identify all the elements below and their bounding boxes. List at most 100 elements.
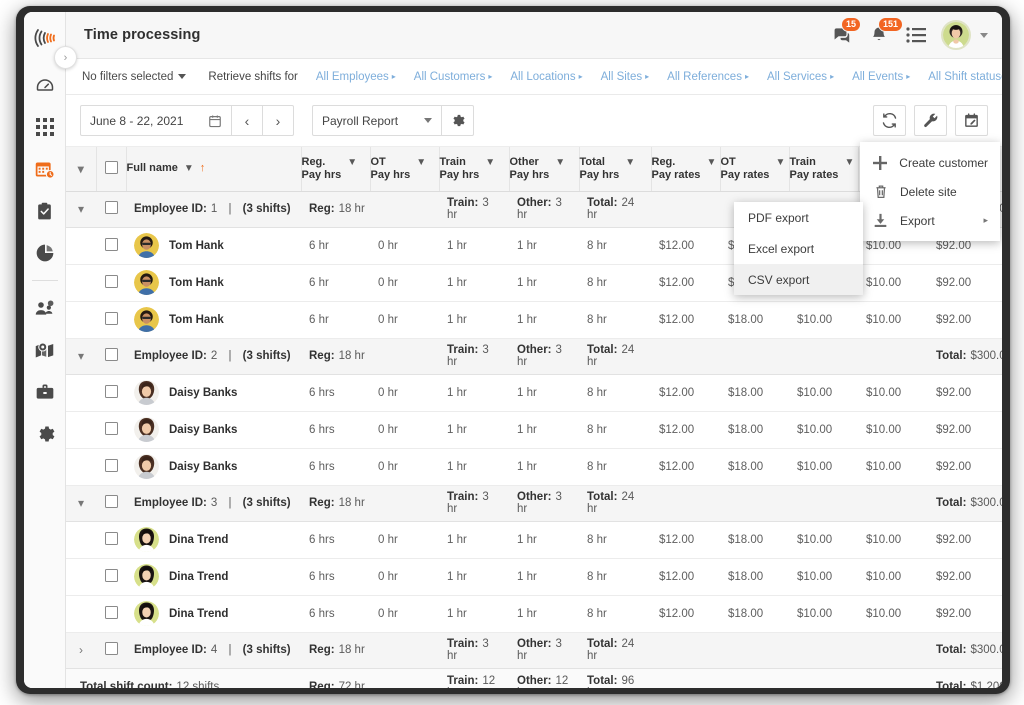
row-checkbox[interactable] xyxy=(105,312,118,325)
funnel-icon[interactable]: ▼ xyxy=(555,157,565,168)
column-header-total-pay-hrs[interactable]: TotalPay hrs ▼ xyxy=(579,147,651,191)
notifications-button[interactable]: 151 xyxy=(867,23,891,47)
sidebar-item-tasks[interactable] xyxy=(24,190,66,232)
no-filters-dropdown[interactable]: No filters selected xyxy=(82,71,186,83)
select-all-header[interactable] xyxy=(96,147,126,191)
group-checkbox[interactable] xyxy=(105,348,118,361)
menu-item-csv-export[interactable]: CSV export xyxy=(734,264,863,295)
avatar[interactable] xyxy=(941,20,971,50)
sidebar-item-apps-grid[interactable] xyxy=(24,106,66,148)
row-checkbox[interactable] xyxy=(105,275,118,288)
column-header-other-pay-hrs[interactable]: OtherPay hrs ▼ xyxy=(509,147,579,191)
row-checkbox[interactable] xyxy=(105,422,118,435)
row-select-cell[interactable] xyxy=(96,558,126,595)
funnel-icon[interactable]: ▼ xyxy=(706,157,716,168)
row-select-cell[interactable] xyxy=(96,411,126,448)
column-header-reg-pay-hrs[interactable]: Reg.Pay hrs ▼ xyxy=(301,147,370,191)
column-header-fullname[interactable]: Full name ▼ ↑ xyxy=(126,147,301,191)
group-expand-toggle[interactable]: › xyxy=(66,632,96,668)
group-row[interactable]: › Employee ID:4 | (3 shifts) Reg:18 hr T… xyxy=(66,632,1002,668)
funnel-icon[interactable]: ▼ xyxy=(184,163,194,174)
sidebar-item-reports[interactable] xyxy=(24,232,66,274)
column-header-train-pay-hrs[interactable]: TrainPay hrs ▼ xyxy=(439,147,509,191)
table-row[interactable]: Dina Trend 6 hrs 0 hr 1 hr 1 hr 8 hr $12… xyxy=(66,595,1002,632)
row-checkbox[interactable] xyxy=(105,569,118,582)
row-checkbox[interactable] xyxy=(105,606,118,619)
filter-chip-all-customers[interactable]: All Customers▸ xyxy=(414,71,493,83)
table-row[interactable]: Daisy Banks 6 hrs 0 hr 1 hr 1 hr 8 hr $1… xyxy=(66,411,1002,448)
report-select[interactable]: Payroll Report xyxy=(312,105,442,136)
filter-chip-all-events[interactable]: All Events▸ xyxy=(852,71,910,83)
column-header-train-pay-rates[interactable]: TrainPay rates ▼ xyxy=(789,147,858,191)
filter-chip-all-references[interactable]: All References▸ xyxy=(667,71,749,83)
group-expand-toggle[interactable]: ▾ xyxy=(66,191,96,227)
date-range-input[interactable]: June 8 - 22, 2021 xyxy=(80,105,232,136)
group-checkbox[interactable] xyxy=(105,201,118,214)
row-checkbox[interactable] xyxy=(105,238,118,251)
group-select-cell[interactable] xyxy=(96,632,126,668)
row-select-cell[interactable] xyxy=(96,448,126,485)
select-all-checkbox[interactable] xyxy=(105,161,118,174)
menu-item-delete-site[interactable]: Delete site xyxy=(860,177,1000,206)
column-header-ot-pay-hrs[interactable]: OTPay hrs ▼ xyxy=(370,147,439,191)
table-row[interactable]: Dina Trend 6 hrs 0 hr 1 hr 1 hr 8 hr $12… xyxy=(66,521,1002,558)
filter-chip-all-locations[interactable]: All Locations▸ xyxy=(510,71,582,83)
table-row[interactable]: Tom Hank 6 hr 0 hr 1 hr 1 hr 8 hr $12.00… xyxy=(66,301,1002,338)
table-row[interactable]: Daisy Banks 6 hrs 0 hr 1 hr 1 hr 8 hr $1… xyxy=(66,374,1002,411)
row-select-cell[interactable] xyxy=(96,301,126,338)
funnel-icon[interactable]: ▼ xyxy=(775,157,785,168)
group-select-cell[interactable] xyxy=(96,191,126,227)
filter-chip-all-services[interactable]: All Services▸ xyxy=(767,71,834,83)
calendar-edit-button[interactable] xyxy=(955,105,988,136)
prev-period-button[interactable]: ‹ xyxy=(232,105,263,136)
funnel-icon[interactable]: ▼ xyxy=(625,157,635,168)
group-select-cell[interactable] xyxy=(96,338,126,374)
row-checkbox[interactable] xyxy=(105,385,118,398)
group-checkbox[interactable] xyxy=(105,495,118,508)
row-checkbox[interactable] xyxy=(105,459,118,472)
refresh-button[interactable] xyxy=(873,105,906,136)
funnel-icon[interactable]: ▼ xyxy=(844,157,854,168)
group-expand-toggle[interactable]: ▾ xyxy=(66,338,96,374)
sidebar-item-settings[interactable] xyxy=(24,413,66,455)
group-expand-toggle[interactable]: ▾ xyxy=(66,485,96,521)
next-period-button[interactable]: › xyxy=(263,105,294,136)
sidebar-item-dashboard[interactable] xyxy=(24,64,66,106)
menu-item-export[interactable]: Export ▸ xyxy=(860,206,1000,235)
expand-all-header[interactable]: ▾ xyxy=(66,147,96,191)
menu-item-create-customer[interactable]: Create customer xyxy=(860,148,1000,177)
menu-item-excel-export[interactable]: Excel export xyxy=(734,233,863,264)
row-select-cell[interactable] xyxy=(96,374,126,411)
group-row[interactable]: ▾ Employee ID:3 | (3 shifts) Reg:18 hr T… xyxy=(66,485,1002,521)
funnel-icon[interactable]: ▼ xyxy=(416,157,426,168)
sort-ascending-icon[interactable]: ↑ xyxy=(200,162,206,174)
group-row[interactable]: ▾ Employee ID:2 | (3 shifts) Reg:18 hr T… xyxy=(66,338,1002,374)
sidebar-item-locations[interactable] xyxy=(24,329,66,371)
sidebar-item-staff[interactable] xyxy=(24,287,66,329)
column-header-reg-pay-rates[interactable]: Reg.Pay rates ▼ xyxy=(651,147,720,191)
sidebar-toggle-button[interactable]: › xyxy=(54,46,77,69)
row-select-cell[interactable] xyxy=(96,521,126,558)
menu-item-pdf-export[interactable]: PDF export xyxy=(734,202,863,233)
table-row[interactable]: Dina Trend 6 hrs 0 hr 1 hr 1 hr 8 hr $12… xyxy=(66,558,1002,595)
group-select-cell[interactable] xyxy=(96,485,126,521)
row-select-cell[interactable] xyxy=(96,264,126,301)
messages-button[interactable]: 15 xyxy=(830,23,854,47)
report-settings-button[interactable] xyxy=(442,105,474,136)
list-menu-button[interactable] xyxy=(904,23,928,47)
sidebar-item-time-processing[interactable] xyxy=(24,148,66,190)
row-checkbox[interactable] xyxy=(105,532,118,545)
row-select-cell[interactable] xyxy=(96,595,126,632)
sidebar-item-jobs[interactable] xyxy=(24,371,66,413)
group-checkbox[interactable] xyxy=(105,642,118,655)
funnel-icon[interactable]: ▼ xyxy=(485,157,495,168)
column-header-ot-pay-rates[interactable]: OTPay rates ▼ xyxy=(720,147,789,191)
table-row[interactable]: Daisy Banks 6 hrs 0 hr 1 hr 1 hr 8 hr $1… xyxy=(66,448,1002,485)
funnel-icon[interactable]: ▼ xyxy=(347,157,357,168)
row-select-cell[interactable] xyxy=(96,227,126,264)
tools-button[interactable] xyxy=(914,105,947,136)
filter-chip-all-shift-statuses[interactable]: All Shift statuses▸ xyxy=(928,71,1002,83)
filter-chip-all-employees[interactable]: All Employees▸ xyxy=(316,71,396,83)
avatar-caret-down-icon[interactable] xyxy=(980,33,988,38)
filter-chip-all-sites[interactable]: All Sites▸ xyxy=(601,71,650,83)
